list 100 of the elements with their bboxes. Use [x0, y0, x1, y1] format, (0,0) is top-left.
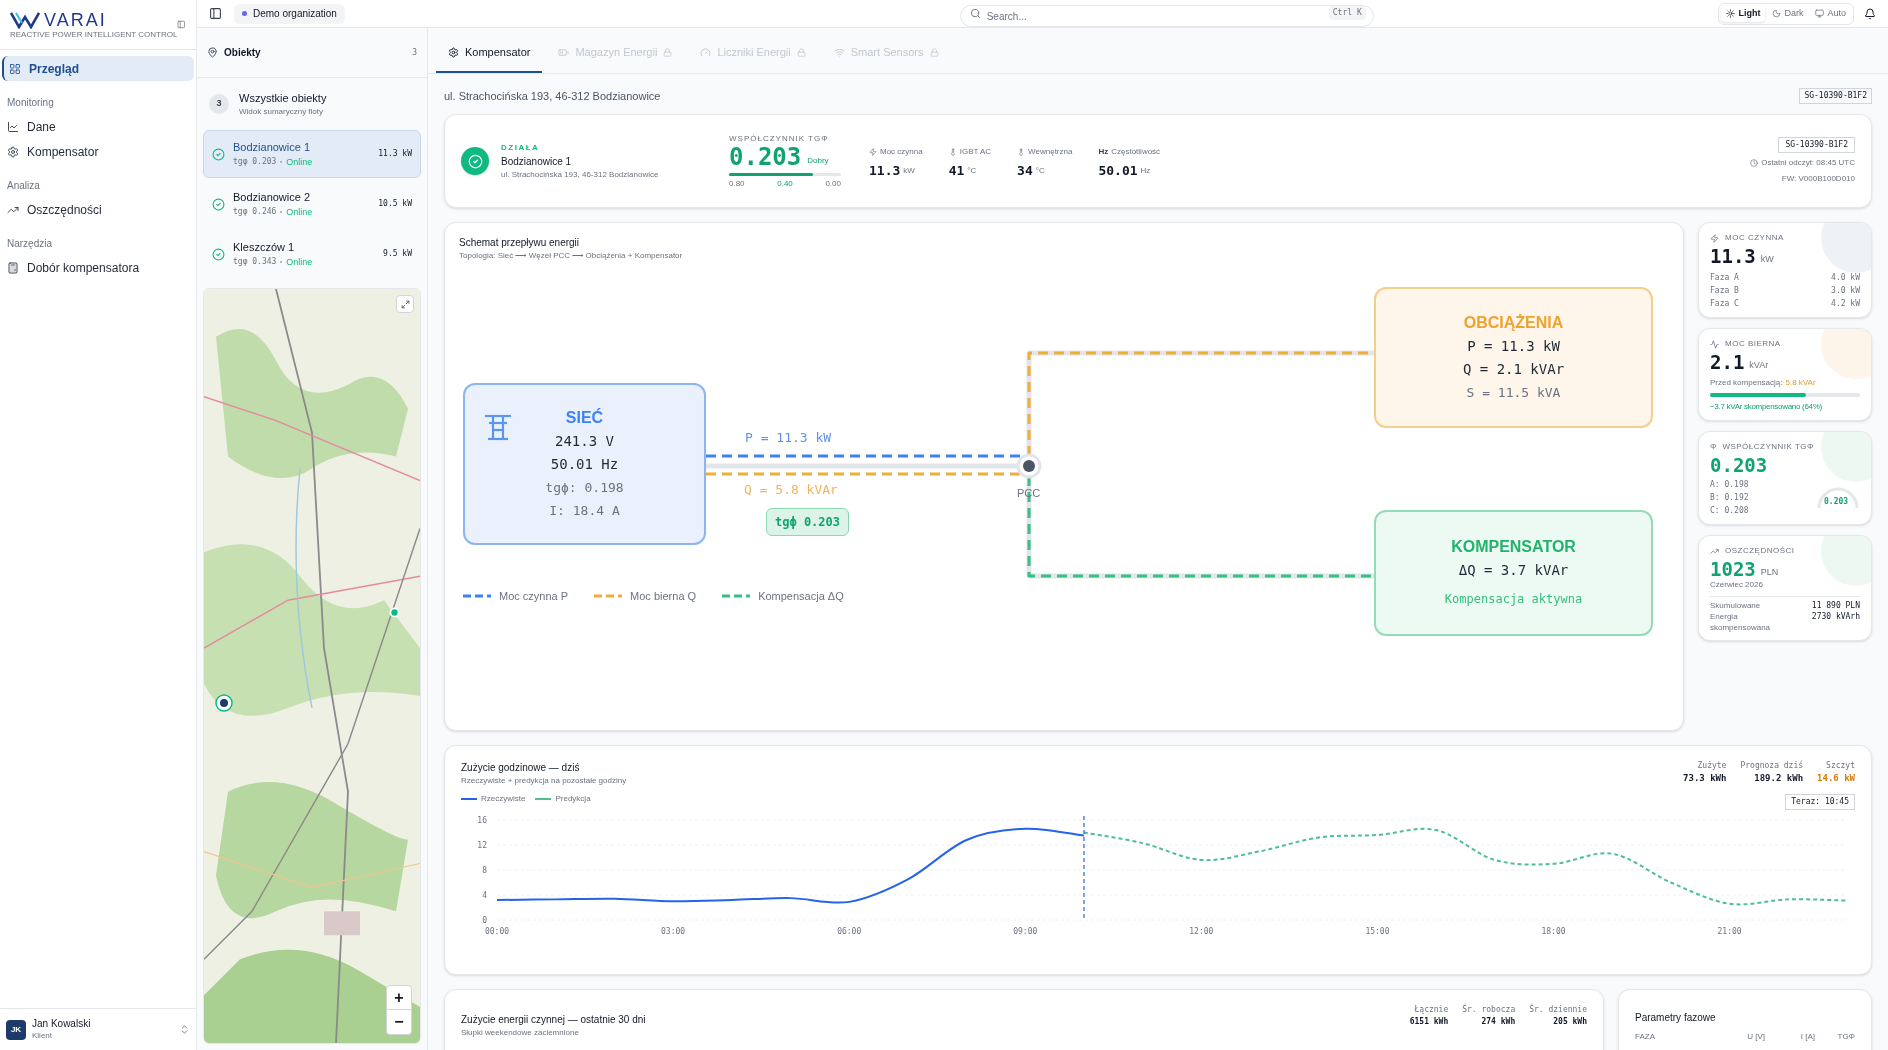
- node-value: ΔQ = 3.7 kVAr: [1458, 561, 1569, 580]
- savings-label: Skumulowane: [1710, 600, 1762, 611]
- tab[interactable]: Kompensator: [436, 33, 543, 73]
- collapse-sidebar-icon[interactable]: [177, 18, 186, 31]
- axis-label: 21:00: [1717, 926, 1742, 936]
- line-chart-icon: [7, 120, 19, 133]
- column-header: FAZA: [1635, 1031, 1656, 1043]
- card-title: Schemat przepływu energii: [459, 236, 581, 250]
- zoom-out-button[interactable]: −: [387, 1010, 411, 1034]
- legend-label: Predykcja: [555, 793, 591, 805]
- unit-symbol: Hz: [1098, 145, 1109, 158]
- object-item[interactable]: Bodzianowice 1 tgφ 0.203 Online 11.3 kW: [203, 130, 421, 178]
- site-name: Bodzianowice 1: [501, 154, 573, 169]
- nav-item[interactable]: Dane: [2, 114, 194, 139]
- card-title: OSZCZĘDNOŚCI: [1725, 545, 1795, 557]
- nav-item[interactable]: Kompensator: [2, 139, 194, 164]
- object-item[interactable]: Bodzianowice 2 tgφ 0.246 Online 10.5 kW: [203, 180, 421, 228]
- theme-option[interactable]: Auto: [1810, 5, 1851, 22]
- axis-label: 12: [477, 840, 487, 850]
- expand-icon[interactable]: [179, 1024, 190, 1035]
- search-icon: [969, 7, 981, 19]
- node-value: tgϕ: 0.198: [545, 479, 624, 497]
- axis-label: 09:00: [1013, 926, 1038, 936]
- column-header: U [V]: [1746, 1031, 1765, 1043]
- object-item[interactable]: Kleszczów 1 tgφ 0.343 Online 9.5 kW: [203, 230, 421, 278]
- node-value: Q = 2.1 kVAr: [1462, 360, 1565, 379]
- organization-chip[interactable]: Demo organization: [234, 3, 345, 24]
- metric-unit: Hz: [1140, 164, 1151, 177]
- site-address: ul. Strachocińska 193, 46-312 Bodzianowice: [501, 168, 660, 181]
- logo-text: VARAI: [44, 10, 107, 29]
- gauge-arc: [1816, 485, 1860, 509]
- card-title: MOC BIERNA: [1725, 338, 1781, 350]
- tg-badge: tgϕ 0.203: [766, 508, 850, 536]
- metric-value: 34: [1017, 163, 1033, 177]
- pcc-node: [1016, 453, 1042, 479]
- axis-label: 18:00: [1541, 926, 1566, 936]
- count-badge: 3: [209, 94, 229, 114]
- flow-label: Q = 5.8 kVAr: [744, 481, 838, 499]
- theme-option[interactable]: Dark: [1767, 5, 1809, 22]
- notification-bell-icon[interactable]: [1864, 7, 1876, 20]
- stat-label: Śr. robocza: [1462, 1004, 1516, 1016]
- check-circle-icon: [212, 197, 225, 211]
- axis-label: 12:00: [1189, 926, 1214, 936]
- calculator-icon: [7, 261, 19, 274]
- theme-option[interactable]: Light: [1721, 5, 1766, 22]
- metric-label: IGBT AC: [959, 145, 992, 158]
- item-subtitle: Widok sumaryczny floty: [239, 106, 325, 119]
- map-marker-icon[interactable]: [215, 694, 233, 712]
- nav-item[interactable]: Przegląd: [2, 56, 194, 81]
- metric-value: 50.01: [1098, 163, 1138, 177]
- nav-item[interactable]: Dobór kompensatora: [2, 255, 194, 280]
- card-unit: kVAr: [1749, 358, 1769, 372]
- phase-label: Faza A: [1710, 272, 1739, 284]
- grid-icon: [9, 62, 21, 75]
- node-title: OBCIĄŻENIA: [1463, 313, 1564, 333]
- metric-label: WSPÓŁCZYNNIK TGΦ: [729, 132, 830, 145]
- object-name: Bodzianowice 2: [233, 190, 312, 205]
- lock-icon: [663, 47, 673, 57]
- lock-icon: [929, 47, 939, 57]
- card-value: 1023: [1710, 560, 1756, 579]
- all-objects-item[interactable]: 3 Wszystkie obiekty Widok sumaryczny floty: [197, 78, 427, 130]
- object-name: Bodzianowice 1: [233, 140, 312, 155]
- card-subtitle: Topologia: Sieć ⟶ Węzeł PCC ⟶ Obciążenia + Kompensator: [459, 250, 684, 262]
- map-view[interactable]: + −: [203, 288, 421, 1044]
- object-status: Online: [286, 205, 313, 219]
- monitor-icon: [1815, 9, 1825, 18]
- gauge-value: 0.203: [1824, 496, 1849, 508]
- node-title: SIEĆ: [565, 407, 604, 428]
- sun-icon: [1726, 9, 1736, 18]
- firmware-version: FW: V000B100D010: [1781, 173, 1855, 185]
- wifi-icon: [833, 46, 845, 58]
- object-tg: tgφ 0.246: [233, 206, 277, 219]
- card-unit: PLN: [1760, 565, 1779, 579]
- zoom-in-button[interactable]: +: [387, 986, 411, 1010]
- map-marker-icon[interactable]: [389, 607, 400, 618]
- before-label: Przed kompensacją:: [1710, 377, 1783, 389]
- legend-label: Moc czynna P: [499, 589, 569, 604]
- fullscreen-button[interactable]: [396, 295, 414, 313]
- stat-label: Szczyt: [1826, 760, 1855, 772]
- lightning-icon: [1710, 233, 1719, 243]
- pylon-icon: [483, 413, 513, 441]
- site-address: ul. Strachocińska 193, 46-312 Bodzianowice: [444, 88, 661, 104]
- phase-value: 4.0 kW: [1831, 272, 1860, 284]
- gauge-icon: [700, 46, 712, 58]
- card-value: 2.1: [1710, 353, 1745, 372]
- trending-up-icon: [1710, 546, 1719, 556]
- stat-value: 14.6 kW: [1817, 772, 1855, 785]
- card-title: Parametry fazowe: [1635, 1011, 1717, 1025]
- savings-value: 11 890 PLN: [1810, 600, 1860, 611]
- axis-label: 15:00: [1365, 926, 1390, 936]
- phase-tg: A: 0.198: [1710, 479, 1749, 491]
- panel-title: Obiekty: [224, 46, 262, 60]
- nav-item[interactable]: Oszczędności: [2, 197, 194, 222]
- compensation-note: −3.7 kVAr skompensowano (64%): [1710, 401, 1823, 413]
- card-title: Zużycie godzinowe — dziś: [461, 761, 581, 775]
- stat-label: Śr. dziennie: [1529, 1004, 1587, 1016]
- logo-mark-icon: [10, 10, 40, 29]
- phase-tg: C: 0.208: [1710, 505, 1749, 517]
- panel-toggle-icon[interactable]: [209, 7, 222, 20]
- card-title: WSPÓŁCZYNNIK TGΦ: [1722, 441, 1814, 453]
